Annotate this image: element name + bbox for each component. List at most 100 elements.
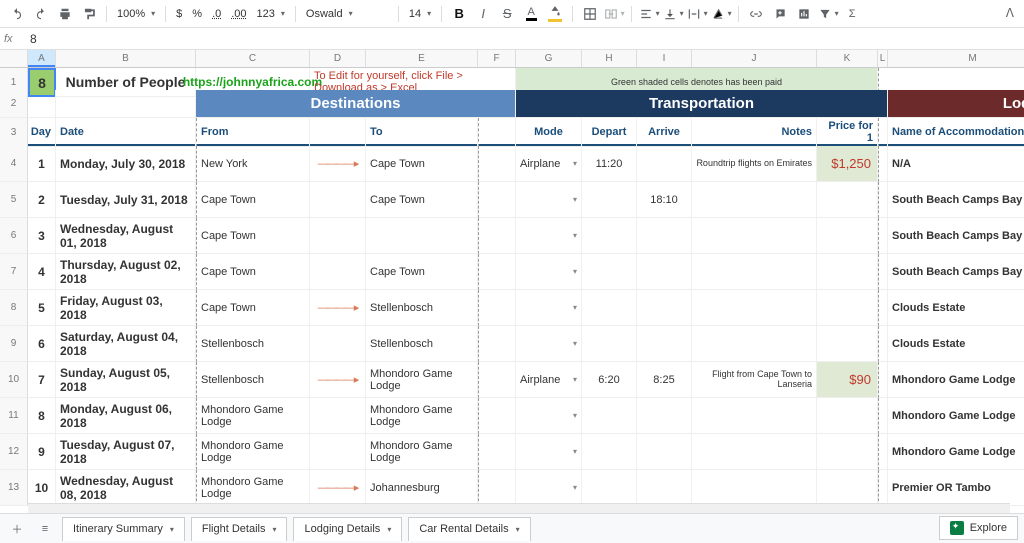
accommodation-cell[interactable]: Mhondoro Game Lodge — [888, 362, 1024, 398]
empty-cell[interactable] — [878, 182, 888, 218]
number-format-dropdown[interactable]: 123 — [253, 8, 289, 20]
paint-format-icon[interactable] — [78, 3, 100, 25]
to-cell[interactable]: Mhondoro Game Lodge — [366, 362, 478, 398]
empty-cell[interactable] — [878, 434, 888, 470]
depart-cell[interactable] — [582, 290, 637, 326]
accommodation-cell[interactable]: Mhondoro Game Lodge — [888, 434, 1024, 470]
row-header[interactable]: 12 — [0, 434, 28, 470]
arrive-cell[interactable]: 18:10 — [637, 182, 692, 218]
depart-cell[interactable] — [582, 434, 637, 470]
strikethrough-button[interactable]: S — [496, 3, 518, 25]
price-cell[interactable] — [817, 182, 878, 218]
from-cell[interactable]: Cape Town — [196, 218, 310, 254]
accommodation-cell[interactable]: South Beach Camps Bay — [888, 254, 1024, 290]
from-cell[interactable]: Cape Town — [196, 182, 310, 218]
column-header[interactable]: J — [692, 50, 817, 67]
transportation-band[interactable]: Transportation — [516, 90, 888, 118]
mode-cell[interactable]: ▾ — [516, 470, 582, 506]
notes-cell[interactable] — [692, 218, 817, 254]
day-cell[interactable]: 10 — [28, 470, 56, 506]
accommodation-cell[interactable]: Premier OR Tambo — [888, 470, 1024, 506]
print-icon[interactable] — [54, 3, 76, 25]
arrive-cell[interactable] — [637, 254, 692, 290]
empty-cell[interactable] — [878, 470, 888, 506]
header-depart[interactable]: Depart — [582, 118, 637, 147]
price-cell[interactable] — [817, 254, 878, 290]
day-cell[interactable]: 7 — [28, 362, 56, 398]
price-cell[interactable]: $1,250 — [817, 146, 878, 182]
empty-cell[interactable] — [478, 434, 516, 470]
mode-cell[interactable]: ▾ — [516, 434, 582, 470]
arrive-cell[interactable] — [637, 470, 692, 506]
to-cell[interactable]: Stellenbosch — [366, 290, 478, 326]
arrow-cell[interactable] — [310, 398, 366, 434]
header-day[interactable]: Day — [28, 118, 56, 147]
chevron-down-icon[interactable] — [269, 523, 276, 535]
from-cell[interactable]: Stellenbosch — [196, 326, 310, 362]
from-cell[interactable]: Cape Town — [196, 254, 310, 290]
date-cell[interactable]: Saturday, August 04, 2018 — [56, 326, 196, 362]
to-cell[interactable]: Mhondoro Game Lodge — [366, 434, 478, 470]
empty-cell[interactable] — [878, 218, 888, 254]
to-cell[interactable]: Stellenbosch — [366, 326, 478, 362]
notes-cell[interactable] — [692, 182, 817, 218]
depart-cell[interactable] — [582, 254, 637, 290]
date-cell[interactable]: Sunday, August 05, 2018 — [56, 362, 196, 398]
functions-button[interactable]: Σ — [841, 3, 863, 25]
notes-cell[interactable] — [692, 290, 817, 326]
mode-cell[interactable]: ▾ — [516, 398, 582, 434]
date-cell[interactable]: Thursday, August 02, 2018 — [56, 254, 196, 290]
row-header[interactable]: 8 — [0, 290, 28, 326]
header-mode[interactable]: Mode — [516, 118, 582, 147]
depart-cell[interactable] — [582, 398, 637, 434]
empty-cell[interactable] — [478, 218, 516, 254]
arrow-cell[interactable] — [310, 218, 366, 254]
arrive-cell[interactable] — [637, 326, 692, 362]
date-cell[interactable]: Monday, July 30, 2018 — [56, 146, 196, 182]
header-accommodation[interactable]: Name of Accommodation — [888, 118, 1024, 147]
filter-button[interactable] — [817, 3, 839, 25]
from-cell[interactable]: Mhondoro Game Lodge — [196, 434, 310, 470]
row-header[interactable]: 7 — [0, 254, 28, 290]
empty-cell[interactable] — [310, 118, 366, 147]
day-cell[interactable]: 9 — [28, 434, 56, 470]
mode-cell[interactable]: ▾ — [516, 254, 582, 290]
increase-decimal-button[interactable]: .00 — [227, 8, 250, 20]
price-cell[interactable] — [817, 290, 878, 326]
mode-cell[interactable]: Airplane▾ — [516, 362, 582, 398]
font-size-dropdown[interactable]: 14 — [405, 8, 435, 20]
day-cell[interactable]: 4 — [28, 254, 56, 290]
chevron-down-icon[interactable] — [167, 523, 174, 535]
price-cell[interactable] — [817, 434, 878, 470]
vertical-align-button[interactable] — [662, 3, 684, 25]
date-cell[interactable]: Wednesday, August 01, 2018 — [56, 218, 196, 254]
column-header[interactable]: I — [637, 50, 692, 67]
notes-cell[interactable]: Roundtrip flights on Emirates — [692, 146, 817, 182]
collapse-toolbar-icon[interactable]: ᐱ — [1006, 6, 1014, 20]
zoom-dropdown[interactable]: 100% — [113, 8, 159, 20]
price-cell[interactable] — [817, 470, 878, 506]
depart-cell[interactable]: 11:20 — [582, 146, 637, 182]
chevron-down-icon[interactable] — [513, 523, 520, 535]
date-cell[interactable]: Monday, August 06, 2018 — [56, 398, 196, 434]
accommodation-cell[interactable]: Clouds Estate — [888, 326, 1024, 362]
redo-icon[interactable] — [30, 3, 52, 25]
empty-cell[interactable] — [478, 362, 516, 398]
accommodation-cell[interactable]: Mhondoro Game Lodge — [888, 398, 1024, 434]
insert-comment-button[interactable] — [769, 3, 791, 25]
price-cell[interactable]: $90 — [817, 362, 878, 398]
row-header[interactable]: 2 — [0, 90, 28, 118]
empty-cell[interactable] — [478, 398, 516, 434]
insert-link-button[interactable] — [745, 3, 767, 25]
day-cell[interactable]: 8 — [28, 398, 56, 434]
arrow-cell[interactable]: ————▸ — [310, 146, 366, 182]
fill-color-button[interactable] — [544, 3, 566, 25]
notes-cell[interactable] — [692, 434, 817, 470]
undo-icon[interactable] — [6, 3, 28, 25]
empty-cell[interactable] — [478, 326, 516, 362]
from-cell[interactable]: Mhondoro Game Lodge — [196, 470, 310, 506]
empty-cell[interactable] — [478, 290, 516, 326]
notes-cell[interactable] — [692, 254, 817, 290]
text-color-button[interactable]: A — [520, 3, 542, 25]
to-cell[interactable]: Cape Town — [366, 146, 478, 182]
